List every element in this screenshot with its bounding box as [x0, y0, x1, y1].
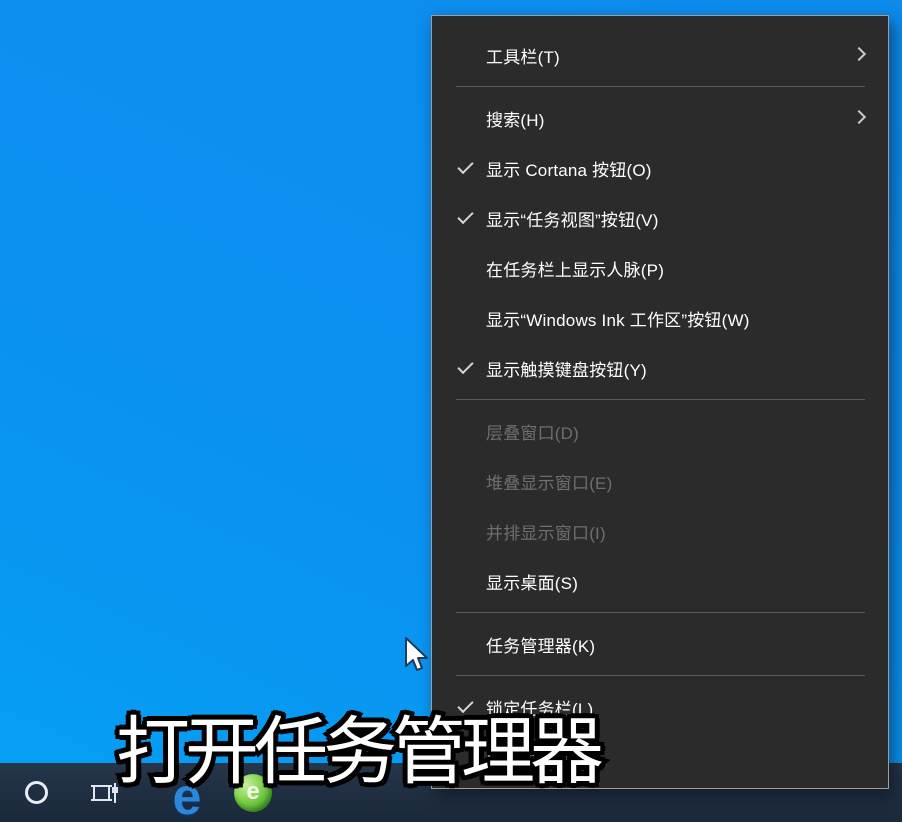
menu-item-label: 显示“任务视图”按钮(V) — [486, 206, 659, 231]
menu-item[interactable]: 显示 Cortana 按钮(O) — [432, 143, 888, 193]
caption-overlay: 打开任务管理器 — [116, 704, 599, 800]
cortana-button[interactable] — [16, 763, 56, 822]
menu-item-label: 在任务栏上显示人脉(P) — [486, 256, 664, 281]
menu-item[interactable]: 工具栏(T) — [432, 30, 888, 80]
menu-item-label: 显示桌面(S) — [486, 569, 578, 594]
cortana-icon — [25, 781, 48, 804]
menu-item-label: 层叠窗口(D) — [486, 419, 579, 444]
menu-item-label: 任务管理器(K) — [486, 632, 595, 657]
checkmark-icon — [457, 358, 473, 374]
menu-item: 并排显示窗口(I) — [432, 506, 888, 556]
checkmark-icon — [457, 208, 473, 224]
menu-item[interactable]: 显示“Windows Ink 工作区”按钮(W) — [432, 293, 888, 343]
menu-separator — [432, 393, 888, 406]
menu-item-label: 工具栏(T) — [486, 43, 560, 68]
submenu-chevron-icon — [852, 110, 866, 124]
menu-separator — [432, 669, 888, 682]
menu-item-label: 搜索(H) — [486, 106, 545, 131]
menu-separator — [432, 80, 888, 93]
menu-separator — [432, 606, 888, 619]
menu-item: 堆叠显示窗口(E) — [432, 456, 888, 506]
menu-item-label: 堆叠显示窗口(E) — [486, 469, 612, 494]
menu-item[interactable]: 搜索(H) — [432, 93, 888, 143]
menu-item-label: 显示触摸键盘按钮(Y) — [486, 356, 647, 381]
menu-item[interactable]: 任务管理器(K) — [432, 619, 888, 669]
menu-item-label: 并排显示窗口(I) — [486, 519, 606, 544]
submenu-chevron-icon — [852, 47, 866, 61]
menu-item[interactable]: 显示触摸键盘按钮(Y) — [432, 343, 888, 393]
menu-item-label: 显示 Cortana 按钮(O) — [486, 156, 652, 181]
menu-item[interactable]: 显示“任务视图”按钮(V) — [432, 193, 888, 243]
taskbar-context-menu: 工具栏(T) 搜索(H) 显示 Cortana 按钮(O) 显示“任务视图”按钮(V)… — [431, 15, 889, 789]
menu-item-label: 显示“Windows Ink 工作区”按钮(W) — [486, 306, 750, 331]
checkmark-icon — [457, 158, 473, 174]
menu-item[interactable]: 显示桌面(S) — [432, 556, 888, 606]
menu-item: 层叠窗口(D) — [432, 406, 888, 456]
mouse-cursor — [404, 636, 430, 676]
menu-item[interactable]: 在任务栏上显示人脉(P) — [432, 243, 888, 293]
